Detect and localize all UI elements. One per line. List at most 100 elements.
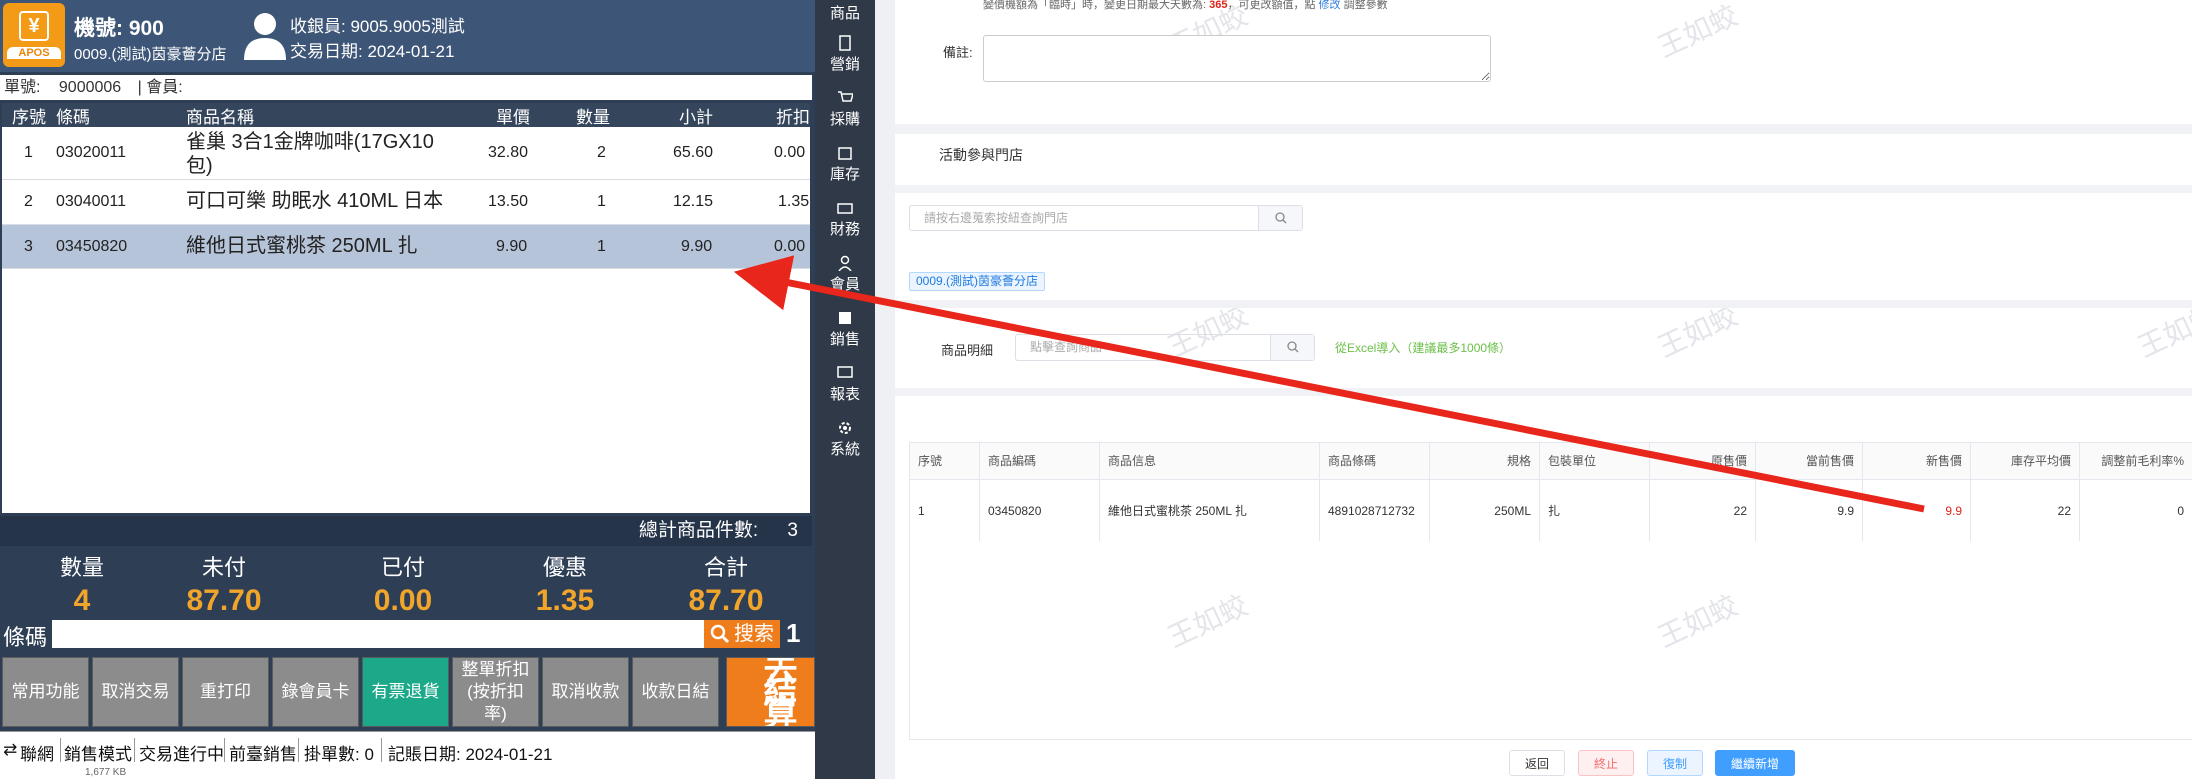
total-label: 未付	[201, 555, 246, 580]
logo-text: APOS	[7, 47, 61, 59]
copy-button[interactable]: 復制	[1647, 750, 1703, 776]
col-price: 單價	[496, 108, 530, 127]
scan-count: 1	[786, 618, 801, 648]
row-subtotal: 9.90	[681, 238, 713, 255]
total-label: 優惠	[542, 555, 587, 580]
person-icon	[838, 255, 852, 271]
row-price: 32.80	[488, 144, 529, 161]
search-button[interactable]: 搜索	[704, 620, 780, 648]
td-spec: 250ML	[1430, 479, 1540, 541]
remark-label: 備註:	[943, 45, 973, 60]
terminate-button[interactable]: 終止	[1578, 750, 1634, 776]
excel-import-link[interactable]: 從Excel導入（建議最多1000條）	[1335, 339, 1511, 356]
sidebar-item-goods[interactable]: 商品	[815, 2, 875, 23]
row-price: 9.90	[496, 238, 528, 255]
row-subtotal: 12.15	[673, 193, 714, 210]
back-button[interactable]: 返回	[1509, 750, 1565, 776]
table-row[interactable]: 2 03040011 可口可樂 助眠水 410ML 日本 13.50 1 12.…	[2, 180, 810, 225]
th-avg-cost: 庫存平均價	[1971, 443, 2080, 479]
cashier-label: 收銀員: 9005.9005測試	[290, 17, 465, 36]
wallet-icon	[837, 203, 853, 214]
sidebar-item-label: 庫存	[829, 166, 860, 183]
row-qty: 1	[597, 193, 606, 210]
cancel-transaction-button[interactable]: 取消交易	[92, 657, 179, 727]
sidebar-item-label: 商品	[829, 5, 860, 22]
remark-textarea[interactable]	[983, 35, 1491, 82]
cancel-payment-button[interactable]: 取消收款	[542, 657, 629, 727]
user-icon	[244, 13, 286, 60]
th-info: 商品信息	[1100, 443, 1320, 479]
sidebar-item-inventory[interactable]: 庫存	[815, 145, 875, 184]
th-new-price: 新售價	[1863, 443, 1971, 479]
store-tag[interactable]: 0009.(測試)茵豪薈分店	[909, 272, 1046, 291]
sidebar-item-system[interactable]: 系統	[815, 420, 875, 459]
row-name: 維他日式蜜桃茶 250ML 扎	[186, 235, 418, 257]
register-icon	[839, 312, 851, 324]
td-info: 維他日式蜜桃茶 250ML 扎	[1100, 479, 1320, 541]
erp-sidebar: 商品 營銷 採購 庫存 財務 會員 銷售 報表 系統	[815, 0, 875, 779]
col-no: 序號	[12, 108, 46, 127]
reprint-button[interactable]: 重打印	[182, 657, 269, 727]
sidebar-item-label: 財務	[829, 221, 860, 238]
doc-icon	[839, 35, 851, 51]
table-row-selected[interactable]: 3 03450820 維他日式蜜桃茶 250ML 扎 9.90 1 9.90 0…	[2, 225, 810, 269]
total-sum: 合計 87.70	[656, 546, 796, 618]
order-label: 單號:	[4, 79, 41, 96]
col-name: 商品名稱	[186, 108, 254, 127]
th-original-price: 原售價	[1650, 443, 1756, 479]
sidebar-item-finance[interactable]: 財務	[815, 200, 875, 239]
search-icon	[710, 624, 730, 644]
product-search-placeholder: 點擊查詢商品	[1030, 340, 1103, 354]
sidebar-item-label: 會員	[829, 276, 860, 293]
table-row[interactable]: 1 03020011 雀巢 3合1金牌咖啡(17GX10包) 32.80 2 6…	[2, 127, 810, 180]
sidebar-item-member[interactable]: 會員	[815, 255, 875, 294]
th-margin: 調整前毛利率%	[2080, 443, 2192, 479]
store-search-input[interactable]: 請按右邊蒐索按紐查詢門店	[909, 205, 1303, 231]
modify-link[interactable]: 修改	[1319, 0, 1341, 11]
total-discount: 優惠 1.35	[495, 546, 635, 618]
barcode-input[interactable]	[52, 620, 704, 648]
network-icon: ⇄	[3, 740, 18, 759]
cart-icon	[838, 91, 853, 102]
chart-icon	[837, 366, 853, 378]
sidebar-item-reports[interactable]: 報表	[815, 365, 875, 404]
store-search-button[interactable]	[1258, 206, 1302, 230]
product-search-button[interactable]	[1270, 335, 1314, 360]
sidebar-item-marketing[interactable]: 營銷	[815, 35, 875, 74]
total-value: 4	[73, 584, 91, 617]
order-discount-button[interactable]: 整單折扣(按折扣率)	[452, 657, 539, 727]
detail-section-title: 商品明細	[941, 343, 994, 358]
grid-header: 序號 條碼 商品名稱 單價 數量 小計 折扣	[2, 103, 810, 127]
status-bar: ⇄ 聯網 銷售模式 交易進行中 前臺銷售 掛單數: 0 記賬日期: 2024-0…	[0, 731, 815, 767]
row-qty: 2	[597, 144, 606, 161]
note-text: 調整參數	[1340, 0, 1388, 11]
col-subtotal: 小計	[679, 108, 713, 127]
row-code: 03020011	[56, 144, 126, 161]
erp-form-panel: 王如蛟 王如蛟 王如蛟 王如蛟 王如蛟 王如蛟 王如蛟 變價機額為「臨時」時，變…	[895, 0, 2192, 779]
return-with-receipt-button[interactable]: 有票退貨	[362, 657, 449, 727]
store-name: 0009.(測試)茵豪薈分店	[74, 46, 227, 63]
row-discount: 0.00	[774, 144, 806, 161]
daily-settlement-button[interactable]: 收款日結	[632, 657, 719, 727]
search-label: 搜索	[734, 623, 774, 645]
col-code: 條碼	[56, 108, 90, 127]
checkout-button[interactable]: 去結算	[726, 657, 815, 727]
search-icon	[1287, 341, 1299, 353]
total-items-value: 3	[787, 520, 798, 541]
sidebar-item-sales[interactable]: 銷售	[815, 310, 875, 349]
member-label: | 會員:	[137, 79, 183, 96]
common-functions-button[interactable]: 常用功能	[2, 657, 89, 727]
status-progress: 交易進行中	[139, 745, 224, 764]
td-new-price[interactable]: 9.9	[1863, 479, 1971, 541]
sidebar-item-purchase[interactable]: 採購	[815, 90, 875, 129]
section-divider	[895, 124, 2192, 134]
continue-add-button[interactable]: 繼續新增	[1715, 750, 1795, 776]
watermark: 王如蛟	[1653, 0, 1743, 64]
yen-icon: ¥	[19, 11, 49, 41]
product-search-input[interactable]: 點擊查詢商品	[1015, 334, 1315, 361]
section-divider	[895, 185, 2192, 193]
total-unpaid: 未付 87.70	[154, 546, 294, 618]
section-divider	[895, 388, 2192, 396]
row-code: 03040011	[56, 193, 126, 210]
member-card-button[interactable]: 錄會員卡	[272, 657, 359, 727]
